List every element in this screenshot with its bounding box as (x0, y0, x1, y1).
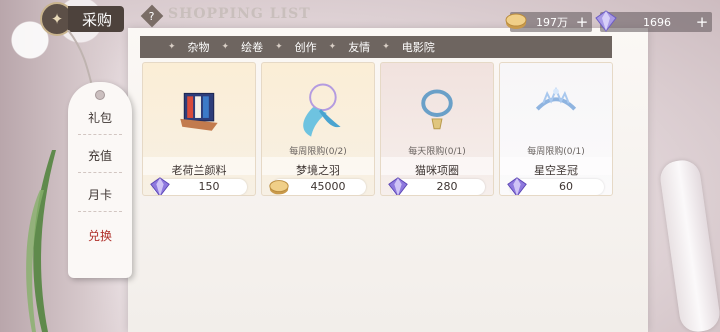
tab-divider-icon: ✦ (221, 42, 230, 52)
add-gold-button[interactable]: + (572, 13, 592, 31)
tab-divider-icon: ✦ (328, 42, 337, 52)
diamond-amount: 1696 (643, 15, 671, 29)
price-button[interactable]: 45000 (269, 179, 366, 195)
purchase-limit: 每天限购(0/1) (408, 147, 466, 157)
tab-cinema[interactable]: 电影院 (390, 39, 447, 55)
diamond-icon (595, 10, 617, 32)
purchase-limit: 每周限购(0/1) (527, 147, 585, 157)
diamond-icon (150, 177, 170, 195)
category-tabs: ✦ 杂物 ✦ 绘卷 ✦ 创作 ✦ 友情 ✦ 电影院 (140, 36, 612, 58)
divider (78, 172, 122, 173)
leaf-decoration (26, 150, 56, 332)
tab-divider-icon: ✦ (382, 42, 390, 52)
shop-item-card[interactable]: 老荷兰颜料 150 (142, 62, 256, 196)
item-price: 280 (436, 180, 458, 193)
tab-divider-icon: ✦ (168, 42, 176, 52)
tab-scroll[interactable]: 绘卷 (229, 39, 275, 55)
item-price: 45000 (310, 180, 346, 193)
divider (78, 211, 122, 212)
price-button[interactable]: 280 (388, 177, 485, 195)
tab-divider-icon: ✦ (275, 42, 283, 52)
tab-misc[interactable]: 杂物 (176, 39, 222, 55)
item-price: 150 (198, 180, 220, 193)
page-title: 采购 (68, 6, 125, 32)
side-nav-tag: 礼包 充值 月卡 兑换 (68, 82, 132, 278)
paint-box-icon (180, 92, 218, 131)
sidebar-item-gift-pack[interactable]: 礼包 (68, 109, 132, 126)
shop-item-card[interactable]: 每天限购(0/1) 猫咪项圈 280 (380, 62, 494, 196)
shop-item-card[interactable]: 每周限购(0/1) 星空圣冠 60 (499, 62, 613, 196)
divider (78, 134, 122, 135)
tab-creation[interactable]: 创作 (283, 39, 329, 55)
sidebar-item-monthly-card[interactable]: 月卡 (68, 186, 132, 203)
gold-amount: 197万 (536, 16, 568, 29)
item-price: 60 (559, 180, 573, 193)
gold-currency: 197万 + (505, 12, 592, 32)
sidebar-item-exchange[interactable]: 兑换 (68, 227, 132, 244)
shop-item-card[interactable]: 每周限购(0/2) 梦境之羽 45000 (261, 62, 375, 196)
price-button[interactable]: 150 (150, 177, 247, 195)
diamond-currency: 1696 + (595, 10, 712, 32)
help-icon: ? (149, 9, 155, 23)
gold-coin-icon (505, 13, 527, 29)
sidebar-item-recharge[interactable]: 充值 (68, 147, 132, 164)
add-diamond-button[interactable]: + (692, 13, 712, 31)
diamond-icon (388, 177, 408, 195)
gold-coin-icon (269, 180, 289, 195)
purchase-limit: 每周限购(0/2) (289, 147, 347, 157)
tag-hole (95, 90, 105, 100)
page-subtitle: SHOPPING LIST (168, 6, 311, 22)
price-button[interactable]: 60 (507, 177, 604, 195)
tab-friendship[interactable]: 友情 (336, 39, 382, 55)
diamond-icon (507, 177, 527, 195)
